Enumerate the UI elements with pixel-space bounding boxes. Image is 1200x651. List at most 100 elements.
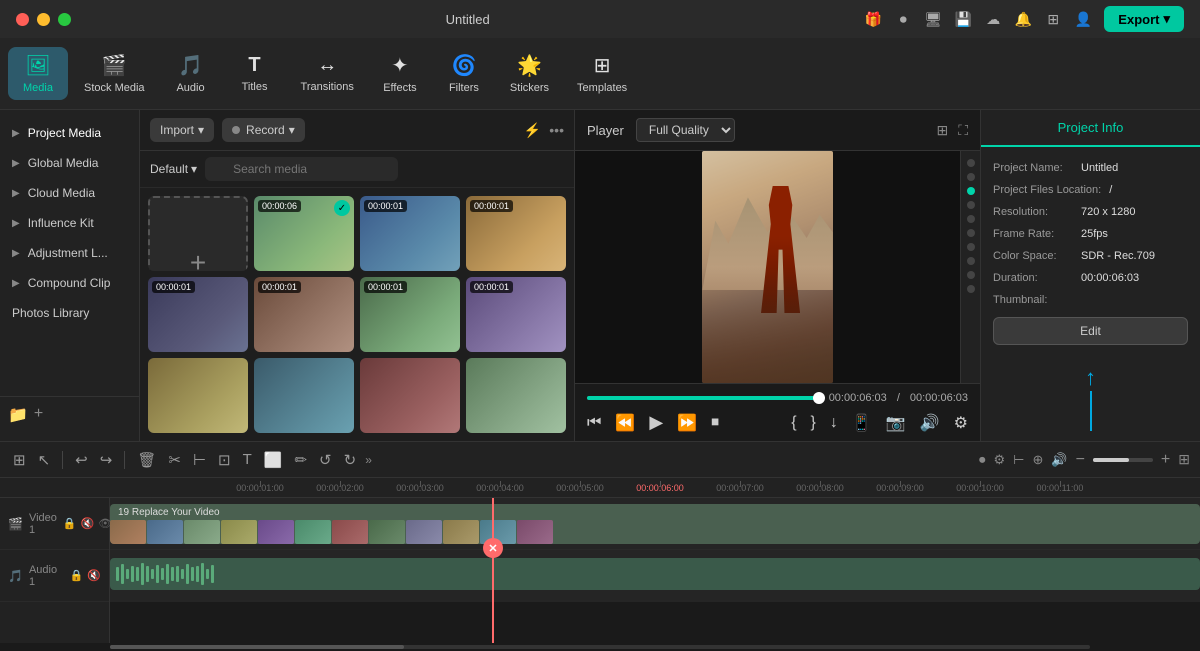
zoom-slider[interactable] bbox=[1093, 458, 1153, 462]
sidebar-item-photos-library[interactable]: Photos Library bbox=[0, 298, 139, 328]
cut-icon[interactable]: ✂ bbox=[165, 448, 184, 472]
cloud-icon[interactable]: ☁ bbox=[984, 10, 1002, 28]
import-button[interactable]: Import ▾ bbox=[150, 118, 214, 142]
mark-in-button[interactable]: { bbox=[791, 414, 796, 432]
step-forward-button[interactable]: ⏩ bbox=[677, 413, 697, 433]
default-filter-button[interactable]: Default ▾ bbox=[150, 162, 197, 176]
save-icon[interactable]: 💾 bbox=[954, 10, 972, 28]
list-item[interactable]: 00:00:01 🖼 15 Replace Yo... bbox=[466, 196, 566, 271]
add-icon[interactable]: + bbox=[34, 405, 43, 425]
video-clip[interactable]: 19 Replace Your Video bbox=[110, 504, 1200, 544]
more-tools-button[interactable]: » bbox=[365, 453, 372, 467]
lock-icon[interactable]: 🔒 bbox=[63, 517, 77, 530]
play-button[interactable]: ▶ bbox=[649, 412, 663, 433]
zoom-plus-icon[interactable]: + bbox=[1161, 451, 1170, 469]
rotate-left-icon[interactable]: ↺ bbox=[316, 448, 335, 472]
record-icon[interactable]: ⏺ bbox=[979, 452, 986, 468]
toolbar-item-titles[interactable]: T Titles bbox=[225, 48, 285, 99]
gift-icon[interactable]: 🎁 bbox=[864, 10, 882, 28]
toolbar-item-media[interactable]: 🖼 Media bbox=[8, 47, 68, 100]
list-item[interactable]: 00:00:01 🖼 14 Replace Yo... bbox=[254, 277, 354, 352]
sidebar-item-influence-kit[interactable]: ▶ Influence Kit bbox=[0, 208, 139, 238]
list-item[interactable]: 🖼 27 Replace Yo... bbox=[148, 358, 248, 433]
zoom-minus-icon[interactable]: − bbox=[1076, 451, 1085, 469]
filter-icon[interactable]: ⚡ bbox=[524, 122, 541, 139]
text-icon[interactable]: T bbox=[240, 448, 255, 471]
list-item[interactable]: 00:00:01 🖼 17 Replace Yo... bbox=[360, 196, 460, 271]
settings-icon[interactable]: ⚙ bbox=[994, 452, 1006, 468]
record-circle-icon[interactable]: ⏺ bbox=[894, 10, 912, 28]
export-button[interactable]: Export ▾ bbox=[1104, 6, 1184, 32]
list-item[interactable]: 00:00:01 🖼 19 Replace Yo... bbox=[466, 277, 566, 352]
list-item[interactable]: 🖼 20 Replace Yo... bbox=[360, 358, 460, 433]
redo-icon[interactable]: ↪ bbox=[97, 448, 116, 472]
add-track-icon[interactable]: ⊕ bbox=[1032, 452, 1043, 468]
bell-icon[interactable]: 🔔 bbox=[1014, 10, 1032, 28]
avatar-icon[interactable]: 👤 bbox=[1074, 10, 1092, 28]
import-media-item[interactable]: + Import Media bbox=[148, 196, 248, 271]
scrollbar-thumb[interactable] bbox=[110, 645, 404, 649]
progress-bar[interactable] bbox=[587, 396, 819, 400]
grid-view-icon[interactable]: ⊞ bbox=[1178, 451, 1190, 468]
fullscreen-icon[interactable]: ⛶ bbox=[958, 122, 968, 139]
audio-button[interactable]: 🔊 bbox=[920, 413, 940, 433]
mark-out-button[interactable]: } bbox=[811, 414, 816, 432]
snap-icon[interactable]: ⊞ bbox=[10, 448, 29, 472]
progress-handle[interactable] bbox=[813, 392, 825, 404]
volume-icon[interactable]: 🔊 bbox=[1051, 452, 1067, 468]
screenshot-button[interactable]: 📷 bbox=[886, 413, 906, 433]
step-back-button[interactable]: ⏪ bbox=[615, 413, 635, 433]
timeline-scrollbar[interactable] bbox=[0, 643, 1200, 651]
edit-button[interactable]: Edit bbox=[993, 317, 1188, 345]
select-icon[interactable]: ↖ bbox=[35, 448, 54, 472]
grid-view-icon[interactable]: ⊞ bbox=[936, 122, 948, 139]
toolbar-item-stickers[interactable]: 🌟 Stickers bbox=[498, 47, 561, 100]
add-to-timeline-button[interactable]: ↓ bbox=[830, 414, 838, 432]
list-item[interactable]: 00:00:06 ✓ 🖼 19 Replace Yo... bbox=[254, 196, 354, 271]
skip-back-button[interactable]: ⏮ bbox=[587, 414, 601, 432]
close-button[interactable] bbox=[16, 13, 29, 26]
crop-icon[interactable]: ⊡ bbox=[215, 448, 234, 472]
delete-icon[interactable]: 🗑 bbox=[134, 448, 159, 472]
maximize-button[interactable] bbox=[58, 13, 71, 26]
minimize-button[interactable] bbox=[37, 13, 50, 26]
sidebar-item-adjustment[interactable]: ▶ Adjustment L... bbox=[0, 238, 139, 268]
quality-select[interactable]: Full Quality bbox=[636, 118, 735, 142]
add-folder-icon[interactable]: 📁 bbox=[8, 405, 28, 425]
rotate-right-icon[interactable]: ↻ bbox=[341, 448, 360, 472]
sidebar-item-project-media[interactable]: ▶ Project Media bbox=[0, 118, 139, 148]
pen-icon[interactable]: ✏ bbox=[291, 448, 310, 472]
playhead-line[interactable]: ✕ bbox=[492, 498, 494, 643]
undo-icon[interactable]: ↩ bbox=[72, 448, 91, 472]
lock-icon[interactable]: 🔒 bbox=[70, 569, 84, 582]
toolbar-item-effects[interactable]: ✦ Effects bbox=[370, 47, 430, 100]
project-info-tab[interactable]: Project Info bbox=[981, 110, 1200, 147]
list-item[interactable]: 00:00:01 🖼 18 Replace Yo... bbox=[148, 277, 248, 352]
list-item[interactable]: 🖼 22 Replace Yo... bbox=[254, 358, 354, 433]
split-clip-icon[interactable]: ⊢ bbox=[1013, 452, 1024, 468]
screen-icon[interactable]: 🖥 bbox=[924, 10, 942, 28]
device-button[interactable]: 📱 bbox=[852, 413, 872, 433]
search-input[interactable] bbox=[205, 157, 398, 181]
split-icon[interactable]: ⊢ bbox=[190, 448, 209, 472]
mute-icon[interactable]: 🔇 bbox=[87, 569, 101, 582]
more-options-icon[interactable]: ••• bbox=[549, 122, 564, 139]
mask-icon[interactable]: ⬜ bbox=[261, 448, 286, 472]
record-button[interactable]: Record ▾ bbox=[222, 118, 305, 142]
video-track[interactable]: 19 Replace Your Video bbox=[110, 498, 1200, 550]
mute-icon[interactable]: 🔇 bbox=[81, 517, 95, 530]
grid-icon[interactable]: ⊞ bbox=[1044, 10, 1062, 28]
toolbar-item-audio[interactable]: 🎵 Audio bbox=[161, 47, 221, 100]
sidebar-item-global-media[interactable]: ▶ Global Media bbox=[0, 148, 139, 178]
toolbar-item-filters[interactable]: 🌀 Filters bbox=[434, 47, 494, 100]
more-button[interactable]: ⚙ bbox=[954, 413, 968, 433]
audio-clip[interactable] bbox=[110, 558, 1200, 590]
list-item[interactable]: 🖼 18 Replace Yo... bbox=[466, 358, 566, 433]
toolbar-item-transitions[interactable]: ↔ Transitions bbox=[289, 48, 366, 99]
sidebar-item-cloud-media[interactable]: ▶ Cloud Media bbox=[0, 178, 139, 208]
audio-track[interactable] bbox=[110, 550, 1200, 602]
stop-button[interactable]: ⏹ bbox=[711, 414, 719, 432]
toolbar-item-templates[interactable]: ⊞ Templates bbox=[565, 47, 639, 100]
sidebar-item-compound-clip[interactable]: ▶ Compound Clip bbox=[0, 268, 139, 298]
list-item[interactable]: 00:00:01 🖼 16 Replace Yo... bbox=[360, 277, 460, 352]
